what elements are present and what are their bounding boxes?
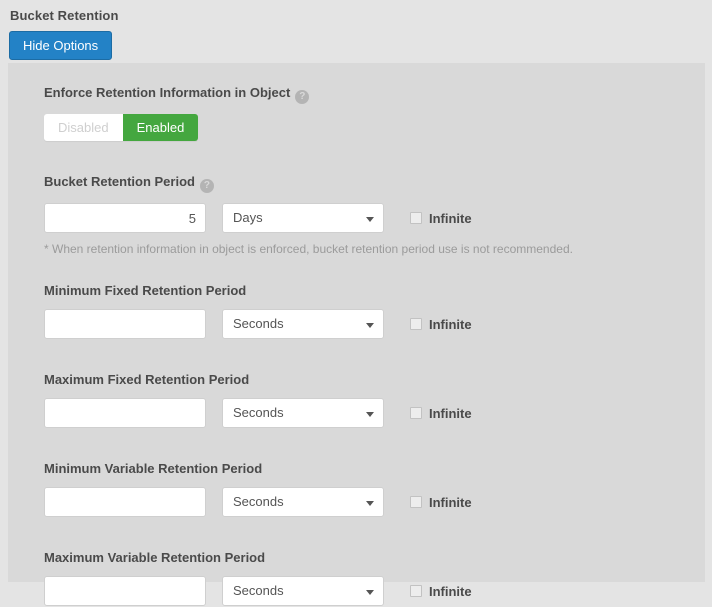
bucket-retention-period-unit-select[interactable]: Days	[222, 203, 384, 233]
enforce-retention-toggle-group[interactable]: Disabled Enabled	[44, 114, 199, 141]
page-title: Bucket Retention	[10, 8, 119, 23]
maximum-fixed-retention-period-label: Maximum Fixed Retention Period	[44, 372, 250, 387]
field-group-bucket-retention-period: Bucket Retention Period? Days Infinite *…	[44, 174, 695, 256]
maximum-variable-retention-period-unit-value: Seconds	[233, 583, 284, 598]
minimum-variable-retention-period-infinite-checkbox-wrap[interactable]: Infinite	[410, 495, 472, 510]
enforce-retention-disabled-button[interactable]: Disabled	[44, 114, 123, 141]
enforce-retention-enabled-button[interactable]: Enabled	[122, 114, 199, 141]
enforce-retention-label-text: Enforce Retention Information in Object	[44, 85, 291, 100]
field-group-maximum-variable-retention-period: Maximum Variable Retention Period Second…	[44, 550, 695, 606]
bucket-retention-period-input[interactable]	[44, 203, 206, 233]
bucket-retention-period-label: Bucket Retention Period?	[44, 174, 695, 193]
maximum-fixed-retention-period-infinite-checkbox-wrap[interactable]: Infinite	[410, 406, 472, 421]
minimum-fixed-retention-period-input[interactable]	[44, 309, 206, 339]
chevron-down-icon	[366, 412, 374, 417]
maximum-fixed-retention-period-unit-select[interactable]: Seconds	[222, 398, 384, 428]
minimum-fixed-retention-period-infinite-checkbox[interactable]	[410, 318, 422, 330]
bucket-retention-period-unit-value: Days	[233, 210, 263, 225]
bucket-retention-panel: Enforce Retention Information in Object?…	[8, 63, 705, 606]
maximum-fixed-retention-period-row: Seconds Infinite	[44, 398, 695, 428]
maximum-variable-retention-period-infinite-checkbox[interactable]	[410, 585, 422, 597]
chevron-down-icon	[366, 501, 374, 506]
minimum-fixed-retention-period-infinite-checkbox-wrap[interactable]: Infinite	[410, 317, 472, 332]
minimum-variable-retention-period-infinite-checkbox[interactable]	[410, 496, 422, 508]
hide-options-button[interactable]: Hide Options	[9, 31, 113, 60]
help-icon[interactable]: ?	[295, 90, 310, 104]
maximum-fixed-retention-period-input[interactable]	[44, 398, 206, 428]
bucket-retention-period-note: * When retention information in object i…	[44, 242, 573, 256]
maximum-fixed-retention-period-infinite-label: Infinite	[429, 405, 472, 421]
bucket-retention-period-infinite-checkbox-wrap[interactable]: Infinite	[410, 211, 472, 226]
maximum-variable-retention-period-label: Maximum Variable Retention Period	[44, 550, 266, 565]
minimum-variable-retention-period-unit-value: Seconds	[233, 494, 284, 509]
retention-form: Enforce Retention Information in Object?…	[44, 85, 695, 606]
chevron-down-icon	[366, 590, 374, 595]
minimum-fixed-retention-period-infinite-label: Infinite	[429, 316, 472, 332]
minimum-fixed-retention-period-unit-value: Seconds	[233, 316, 284, 331]
maximum-variable-retention-period-infinite-label: Infinite	[429, 583, 472, 599]
chevron-down-icon	[366, 217, 374, 222]
minimum-variable-retention-period-input[interactable]	[44, 487, 206, 517]
chevron-down-icon	[366, 323, 374, 328]
enforce-retention-label: Enforce Retention Information in Object?	[44, 85, 695, 104]
minimum-variable-retention-period-row: Seconds Infinite	[44, 487, 695, 517]
minimum-variable-retention-period-label: Minimum Variable Retention Period	[44, 461, 263, 476]
field-group-enforce-retention: Enforce Retention Information in Object?…	[44, 85, 695, 141]
minimum-fixed-retention-period-label: Minimum Fixed Retention Period	[44, 283, 247, 298]
maximum-fixed-retention-period-infinite-checkbox[interactable]	[410, 407, 422, 419]
panel-header: Bucket Retention Hide Options	[0, 0, 712, 63]
bucket-retention-period-label-text: Bucket Retention Period	[44, 174, 195, 189]
maximum-variable-retention-period-row: Seconds Infinite	[44, 576, 695, 606]
field-group-minimum-fixed-retention-period: Minimum Fixed Retention Period Seconds I…	[44, 283, 695, 339]
maximum-fixed-retention-period-unit-value: Seconds	[233, 405, 284, 420]
bucket-retention-period-infinite-label: Infinite	[429, 210, 472, 226]
minimum-fixed-retention-period-row: Seconds Infinite	[44, 309, 695, 339]
minimum-variable-retention-period-unit-select[interactable]: Seconds	[222, 487, 384, 517]
maximum-variable-retention-period-unit-select[interactable]: Seconds	[222, 576, 384, 606]
minimum-variable-retention-period-infinite-label: Infinite	[429, 494, 472, 510]
field-group-maximum-fixed-retention-period: Maximum Fixed Retention Period Seconds I…	[44, 372, 695, 428]
minimum-fixed-retention-period-unit-select[interactable]: Seconds	[222, 309, 384, 339]
bucket-retention-period-row: Days Infinite	[44, 203, 695, 233]
maximum-variable-retention-period-input[interactable]	[44, 576, 206, 606]
bucket-retention-period-infinite-checkbox[interactable]	[410, 212, 422, 224]
maximum-variable-retention-period-infinite-checkbox-wrap[interactable]: Infinite	[410, 584, 472, 599]
field-group-minimum-variable-retention-period: Minimum Variable Retention Period Second…	[44, 461, 695, 517]
help-icon[interactable]: ?	[199, 179, 214, 193]
